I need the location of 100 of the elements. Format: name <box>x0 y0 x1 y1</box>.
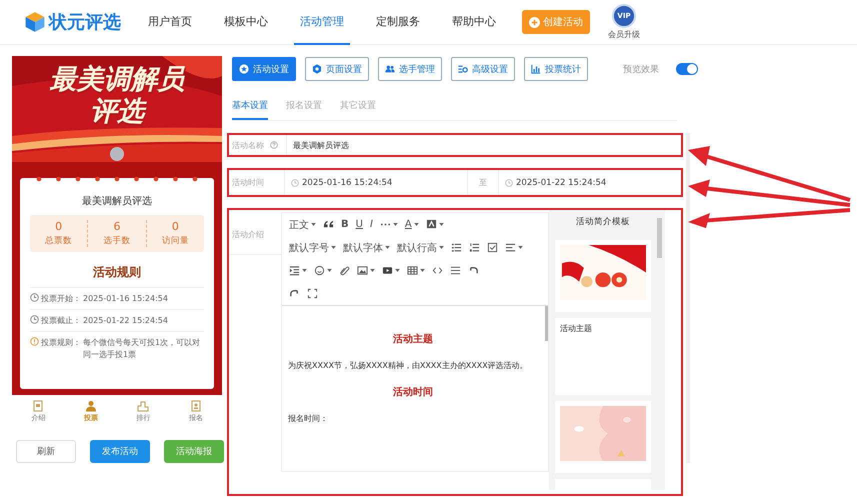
settings-tab[interactable]: 页面设置 <box>305 57 369 81</box>
caret-icon <box>438 223 444 226</box>
caret-icon <box>302 269 307 272</box>
rules-heading: 活动规则 <box>92 264 142 281</box>
stat-value: 6 <box>113 220 120 233</box>
cube-icon <box>24 11 46 33</box>
content-paragraph: 为庆祝XXXX节，弘扬XXXX精神，由XXXX主办的XXXX评选活动。 <box>288 360 529 371</box>
preview-toggle[interactable] <box>676 63 698 75</box>
rule-label: 投票开始： <box>41 293 81 304</box>
field-label: 活动时间 <box>231 177 265 188</box>
stat-label: 选手数 <box>103 235 130 247</box>
caret-icon <box>311 223 316 226</box>
image-icon <box>357 265 368 276</box>
star-icon <box>239 64 249 74</box>
clock-icon <box>505 178 513 186</box>
caret-icon <box>420 269 425 272</box>
quote-icon <box>323 219 334 230</box>
caret-icon <box>370 269 375 272</box>
toolbar-button[interactable]: A <box>402 219 422 230</box>
rule-label: 投票规则： <box>41 337 81 348</box>
activity-title: 最美调解员评选 <box>81 194 153 208</box>
toolbar-button[interactable]: I <box>366 219 376 230</box>
settings-tab[interactable]: 活动设置 <box>232 57 296 81</box>
scrollbar[interactable] <box>657 218 662 258</box>
sliders-icon <box>458 64 468 74</box>
highlight-icon <box>426 219 437 230</box>
vip-label: 会员升级 <box>608 29 640 40</box>
nav-link[interactable]: 帮助中心 <box>446 0 502 44</box>
caret-icon <box>518 246 523 249</box>
rule-value: 2025-01-22 15:24:54 <box>83 315 168 326</box>
numbered-list-icon <box>469 242 480 253</box>
nav-link[interactable]: 模板中心 <box>218 0 274 44</box>
settings-tab[interactable]: 投票统计 <box>524 57 588 81</box>
checklist-icon <box>487 242 498 253</box>
settings-icon <box>312 64 322 74</box>
caret-icon <box>414 223 419 226</box>
undo-icon <box>468 265 479 276</box>
subtab[interactable]: 基本设置 <box>232 95 268 120</box>
link-icon <box>339 265 350 276</box>
badge-icon <box>190 400 202 412</box>
template-card[interactable] <box>555 240 651 312</box>
settings-tab[interactable]: 选手管理 <box>378 57 442 81</box>
bulleted-list-icon <box>451 242 462 253</box>
bar-chart-icon <box>531 64 541 74</box>
clock-icon <box>30 315 39 324</box>
nav-link[interactable]: 定制服务 <box>370 0 426 44</box>
template-card[interactable]: 活动主题 <box>555 318 651 395</box>
field-label: 活动名称 <box>231 140 265 150</box>
field-label: 活动介绍 <box>229 210 281 255</box>
emoji-icon <box>314 265 325 276</box>
help-icon <box>270 141 278 149</box>
start-date-field[interactable]: 2025-01-16 15:24:54 <box>284 170 467 195</box>
rule-value: 每个微信号每天可投1次，可以对同一选手投1票 <box>83 337 202 360</box>
caret-icon <box>327 269 332 272</box>
content-heading: 活动主题 <box>392 332 434 346</box>
panel-title: 活动简介模板 <box>575 216 631 228</box>
name-field[interactable]: 最美调解员评选 <box>286 135 681 155</box>
nav-link[interactable]: 用户首页 <box>142 0 198 44</box>
logo-text: 状元评选 <box>49 11 121 34</box>
stat-value: 0 <box>172 220 179 233</box>
video-icon <box>382 265 393 276</box>
caret-icon <box>439 246 444 249</box>
toolbar-button[interactable]: 默认行高 <box>394 240 447 254</box>
banner-title: 最美调解员 评选 <box>50 64 184 128</box>
indent-icon <box>289 265 300 276</box>
toolbar-button[interactable]: 正文 <box>286 218 319 232</box>
rule-label: 投票截止： <box>41 315 81 326</box>
scrollbar[interactable] <box>545 306 548 341</box>
end-date-field[interactable]: 2025-01-22 15:24:54 <box>498 170 681 195</box>
table-icon <box>407 265 418 276</box>
caret-icon <box>331 246 336 249</box>
content-heading: 活动时间 <box>392 386 434 399</box>
preview-label: 预览效果 <box>623 64 659 76</box>
person-icon <box>84 400 97 412</box>
range-separator: 至 <box>479 177 487 188</box>
caret-icon <box>395 269 400 272</box>
action-button[interactable]: 刷新 <box>16 440 76 463</box>
clock-icon <box>291 178 299 186</box>
rule-value: 2025-01-16 15:24:54 <box>83 293 168 304</box>
stat-value: 0 <box>55 220 62 233</box>
settings-tab[interactable]: 高级设置 <box>451 57 515 81</box>
clock-icon <box>30 293 39 302</box>
stat-label: 访问量 <box>162 235 189 247</box>
content-paragraph: 报名时间： <box>288 413 329 424</box>
align-icon <box>505 242 516 253</box>
nav-link[interactable]: 活动管理 <box>294 0 350 44</box>
divider-icon <box>450 265 461 276</box>
toolbar-button[interactable]: U <box>352 219 366 230</box>
redo-icon <box>289 288 300 299</box>
info-icon <box>30 337 39 346</box>
toolbar-button[interactable]: 默认字号 <box>286 240 339 254</box>
stat-label: 总票数 <box>45 235 72 247</box>
toolbar-button[interactable]: 默认字体 <box>340 240 393 254</box>
caret-icon <box>385 246 390 249</box>
toolbar-button[interactable]: B <box>338 219 352 230</box>
caret-icon <box>392 223 398 226</box>
document-icon <box>32 400 44 412</box>
code-icon <box>432 265 443 276</box>
plus-icon <box>529 16 540 28</box>
fullscreen-icon <box>307 288 318 299</box>
